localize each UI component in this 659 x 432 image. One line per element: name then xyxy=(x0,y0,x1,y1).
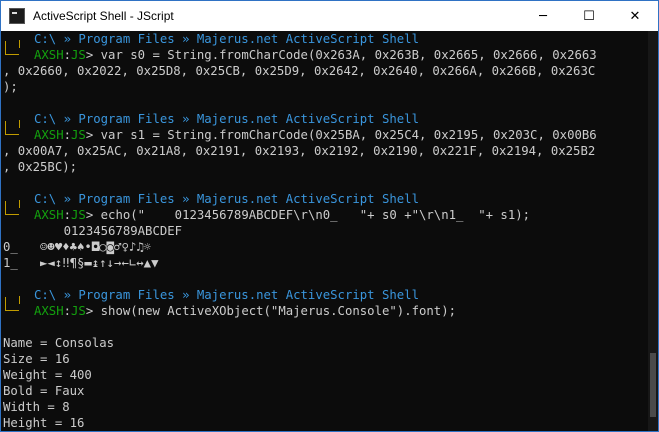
prompt-path: C:\ » Program Files » Majerus.net Active… xyxy=(34,287,419,303)
prompt-path-text: C:\ » Program Files » Majerus.net Active… xyxy=(34,192,419,206)
command-text: var s0 = String.fromCharCode(0x263A, 0x2… xyxy=(93,48,597,62)
prompt-lang: JS xyxy=(71,128,86,142)
vertical-scrollbar[interactable] xyxy=(648,31,658,431)
window-controls: ─ ☐ ✕ xyxy=(520,1,658,31)
prompt-lang: JS xyxy=(71,304,86,318)
shell-window: ActiveScript Shell - JScript ─ ☐ ✕ C:\ »… xyxy=(0,0,659,432)
output-line: Bold = Faux xyxy=(3,384,85,398)
command-continuation: , 0x2660, 0x2022, 0x25D8, 0x25CB, 0x25D9… xyxy=(3,64,596,78)
prompt-path: C:\ » Program Files » Majerus.net Active… xyxy=(34,31,419,47)
output-line: 0_ ☺☻♥♦♣♠•◘○◙♂♀♪♫☼ xyxy=(3,240,152,254)
prompt-cursor-icon xyxy=(5,200,20,215)
prompt-path-text: C:\ » Program Files » Majerus.net Active… xyxy=(34,112,419,126)
maximize-button[interactable]: ☐ xyxy=(566,1,612,31)
command-continuation: , 0x00A7, 0x25AC, 0x21A8, 0x2191, 0x2193… xyxy=(3,144,596,158)
output-line: Name = Consolas xyxy=(3,336,115,350)
output-line: Weight = 400 xyxy=(3,368,92,382)
prompt-lang: JS xyxy=(71,48,86,62)
prompt-name: AXSH xyxy=(34,208,64,222)
output-line: 0123456789ABCDEF xyxy=(34,224,183,238)
console-app-icon xyxy=(9,8,25,24)
prompt-path-text: C:\ » Program Files » Majerus.net Active… xyxy=(34,288,419,302)
prompt-name: AXSH xyxy=(34,128,64,142)
command-line: AXSH:JS> show(new ActiveXObject("Majerus… xyxy=(34,304,457,318)
close-icon: ✕ xyxy=(629,8,641,24)
prompt-path-text: C:\ » Program Files » Majerus.net Active… xyxy=(34,32,419,46)
prompt-cursor-icon xyxy=(5,120,20,135)
title-bar[interactable]: ActiveScript Shell - JScript ─ ☐ ✕ xyxy=(1,1,658,31)
minimize-button[interactable]: ─ xyxy=(520,1,566,31)
close-button[interactable]: ✕ xyxy=(612,1,658,31)
command-continuation: , 0x25BC); xyxy=(3,160,78,174)
command-continuation: ); xyxy=(3,80,18,94)
output-line: 1_ ►◄↕‼¶§▬↨↑↓→←∟↔▲▼ xyxy=(3,256,159,270)
output-line: Width = 8 xyxy=(3,400,70,414)
console-output[interactable]: C:\ » Program Files » Majerus.net Active… xyxy=(1,31,648,431)
prompt-path: C:\ » Program Files » Majerus.net Active… xyxy=(34,191,419,207)
window-title: ActiveScript Shell - JScript xyxy=(33,9,174,23)
command-text: echo(" 0123456789ABCDEF\r\n0_ "+ s0 +"\r… xyxy=(93,208,531,222)
prompt-cursor-icon xyxy=(5,40,20,55)
output-line: Size = 16 xyxy=(3,352,70,366)
prompt-name: AXSH xyxy=(34,48,64,62)
command-text: var s1 = String.fromCharCode(0x25BA, 0x2… xyxy=(93,128,597,142)
output-line: Height = 16 xyxy=(3,416,85,430)
command-text: show(new ActiveXObject("Majerus.Console"… xyxy=(93,304,457,318)
command-line: AXSH:JS> echo(" 0123456789ABCDEF\r\n0_ "… xyxy=(34,208,531,222)
minimize-icon: ─ xyxy=(539,8,547,24)
prompt-name: AXSH xyxy=(34,304,64,318)
prompt-cursor-icon xyxy=(5,296,20,311)
command-line: AXSH:JS> var s1 = String.fromCharCode(0x… xyxy=(34,128,597,142)
command-line: AXSH:JS> var s0 = String.fromCharCode(0x… xyxy=(34,48,597,62)
prompt-lang: JS xyxy=(71,208,86,222)
scrollbar-thumb[interactable] xyxy=(650,353,656,417)
maximize-icon: ☐ xyxy=(583,8,595,24)
prompt-path: C:\ » Program Files » Majerus.net Active… xyxy=(34,111,419,127)
